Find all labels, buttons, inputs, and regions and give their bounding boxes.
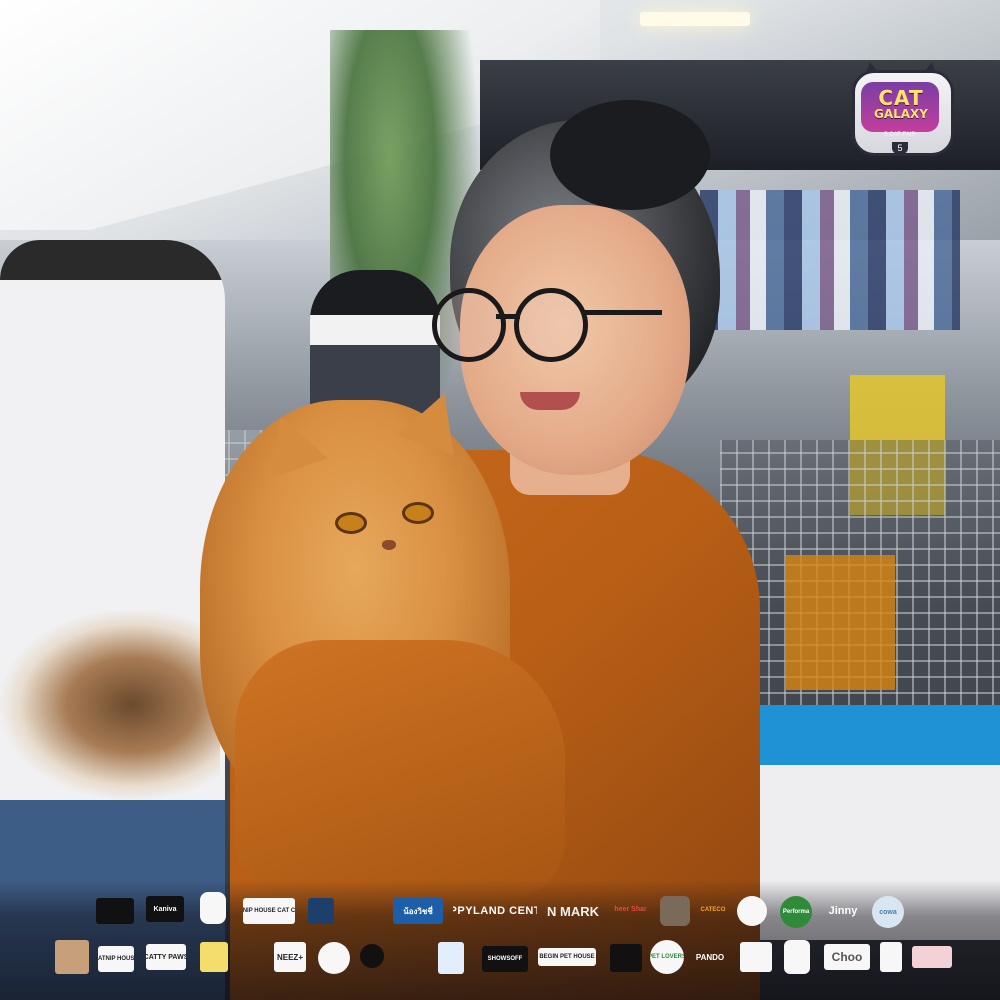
sponsor-logo (242, 942, 264, 972)
cat-eye-right (402, 502, 434, 524)
sponsor-logo: PET LOVERS (650, 940, 684, 974)
woman-arm (235, 640, 565, 900)
sponsor-logo: NEEZ+ (274, 942, 306, 972)
sponsor-logo: CATECO (700, 907, 726, 913)
round-glasses (432, 288, 662, 362)
ceiling-light (640, 12, 750, 26)
cage-cloth (785, 555, 895, 690)
sponsor-logo (610, 944, 642, 972)
sponsor-logo (912, 946, 952, 968)
sponsor-bar: Kaniva CATNIP HOUSE CAT CAFE น้องวิชชี่ … (0, 880, 1000, 1000)
sponsor-logo: CATNIP HOUSE CAT CAFE (243, 898, 295, 924)
sponsor-logo: N MARK (547, 903, 599, 919)
sponsor-logo (438, 942, 464, 974)
sponsor-logo: Performa (780, 896, 812, 928)
sponsor-logo: SHOWSOFF (482, 946, 528, 972)
sponsor-logo (350, 894, 380, 924)
sponsor-logo (880, 942, 902, 972)
sponsor-logo: Cheer Share (614, 905, 646, 913)
sponsor-logo (96, 898, 134, 924)
sponsor-logo: น้องวิชชี่ (393, 898, 443, 924)
sponsor-logo: Jinny (828, 905, 858, 917)
sponsor-logo (740, 942, 772, 972)
sponsor-logo (737, 896, 767, 926)
sponsor-logo (318, 942, 350, 974)
logo-subtitle: 5 CAT FAIR (884, 132, 916, 138)
sponsor-logo: CATTY PAWS (146, 944, 186, 970)
sponsor-logo: CATNIP HOUSE (98, 946, 134, 972)
sponsor-logo (308, 898, 334, 924)
logo-edition: 5 (892, 142, 908, 154)
sponsor-logo: HAPPYLAND CENTER (453, 905, 537, 917)
sponsor-logo: PANDO (695, 952, 725, 962)
sponsor-logo: cowa (872, 896, 904, 928)
sponsor-logo: BEGIN PET HOUSE (538, 948, 596, 966)
cat-galaxy-logo: CAT GALAXY 5 CAT FAIR 5 (852, 59, 954, 156)
sponsor-logo (55, 940, 89, 974)
sponsor-logo: Choo (824, 944, 870, 970)
sponsor-logo (784, 940, 810, 974)
logo-title-galaxy: GALAXY (873, 107, 928, 121)
cat-eye-left (335, 512, 367, 534)
calico-cat (0, 610, 220, 800)
sponsor-logo (660, 896, 690, 926)
cat-nose (382, 540, 396, 550)
logo-title-cat: CAT (878, 86, 924, 110)
sponsor-logo (395, 942, 425, 972)
sponsor-logo (200, 942, 228, 972)
clothing-rack (700, 190, 960, 330)
photo-scene: CAT GALAXY 5 CAT FAIR 5 Kaniva CATNIP HO… (0, 0, 1000, 1000)
hair-bun (550, 100, 710, 210)
sponsor-logo (360, 944, 384, 968)
sponsor-logo: Kaniva (146, 896, 184, 922)
sponsor-logo (200, 892, 226, 924)
smile (520, 392, 580, 410)
